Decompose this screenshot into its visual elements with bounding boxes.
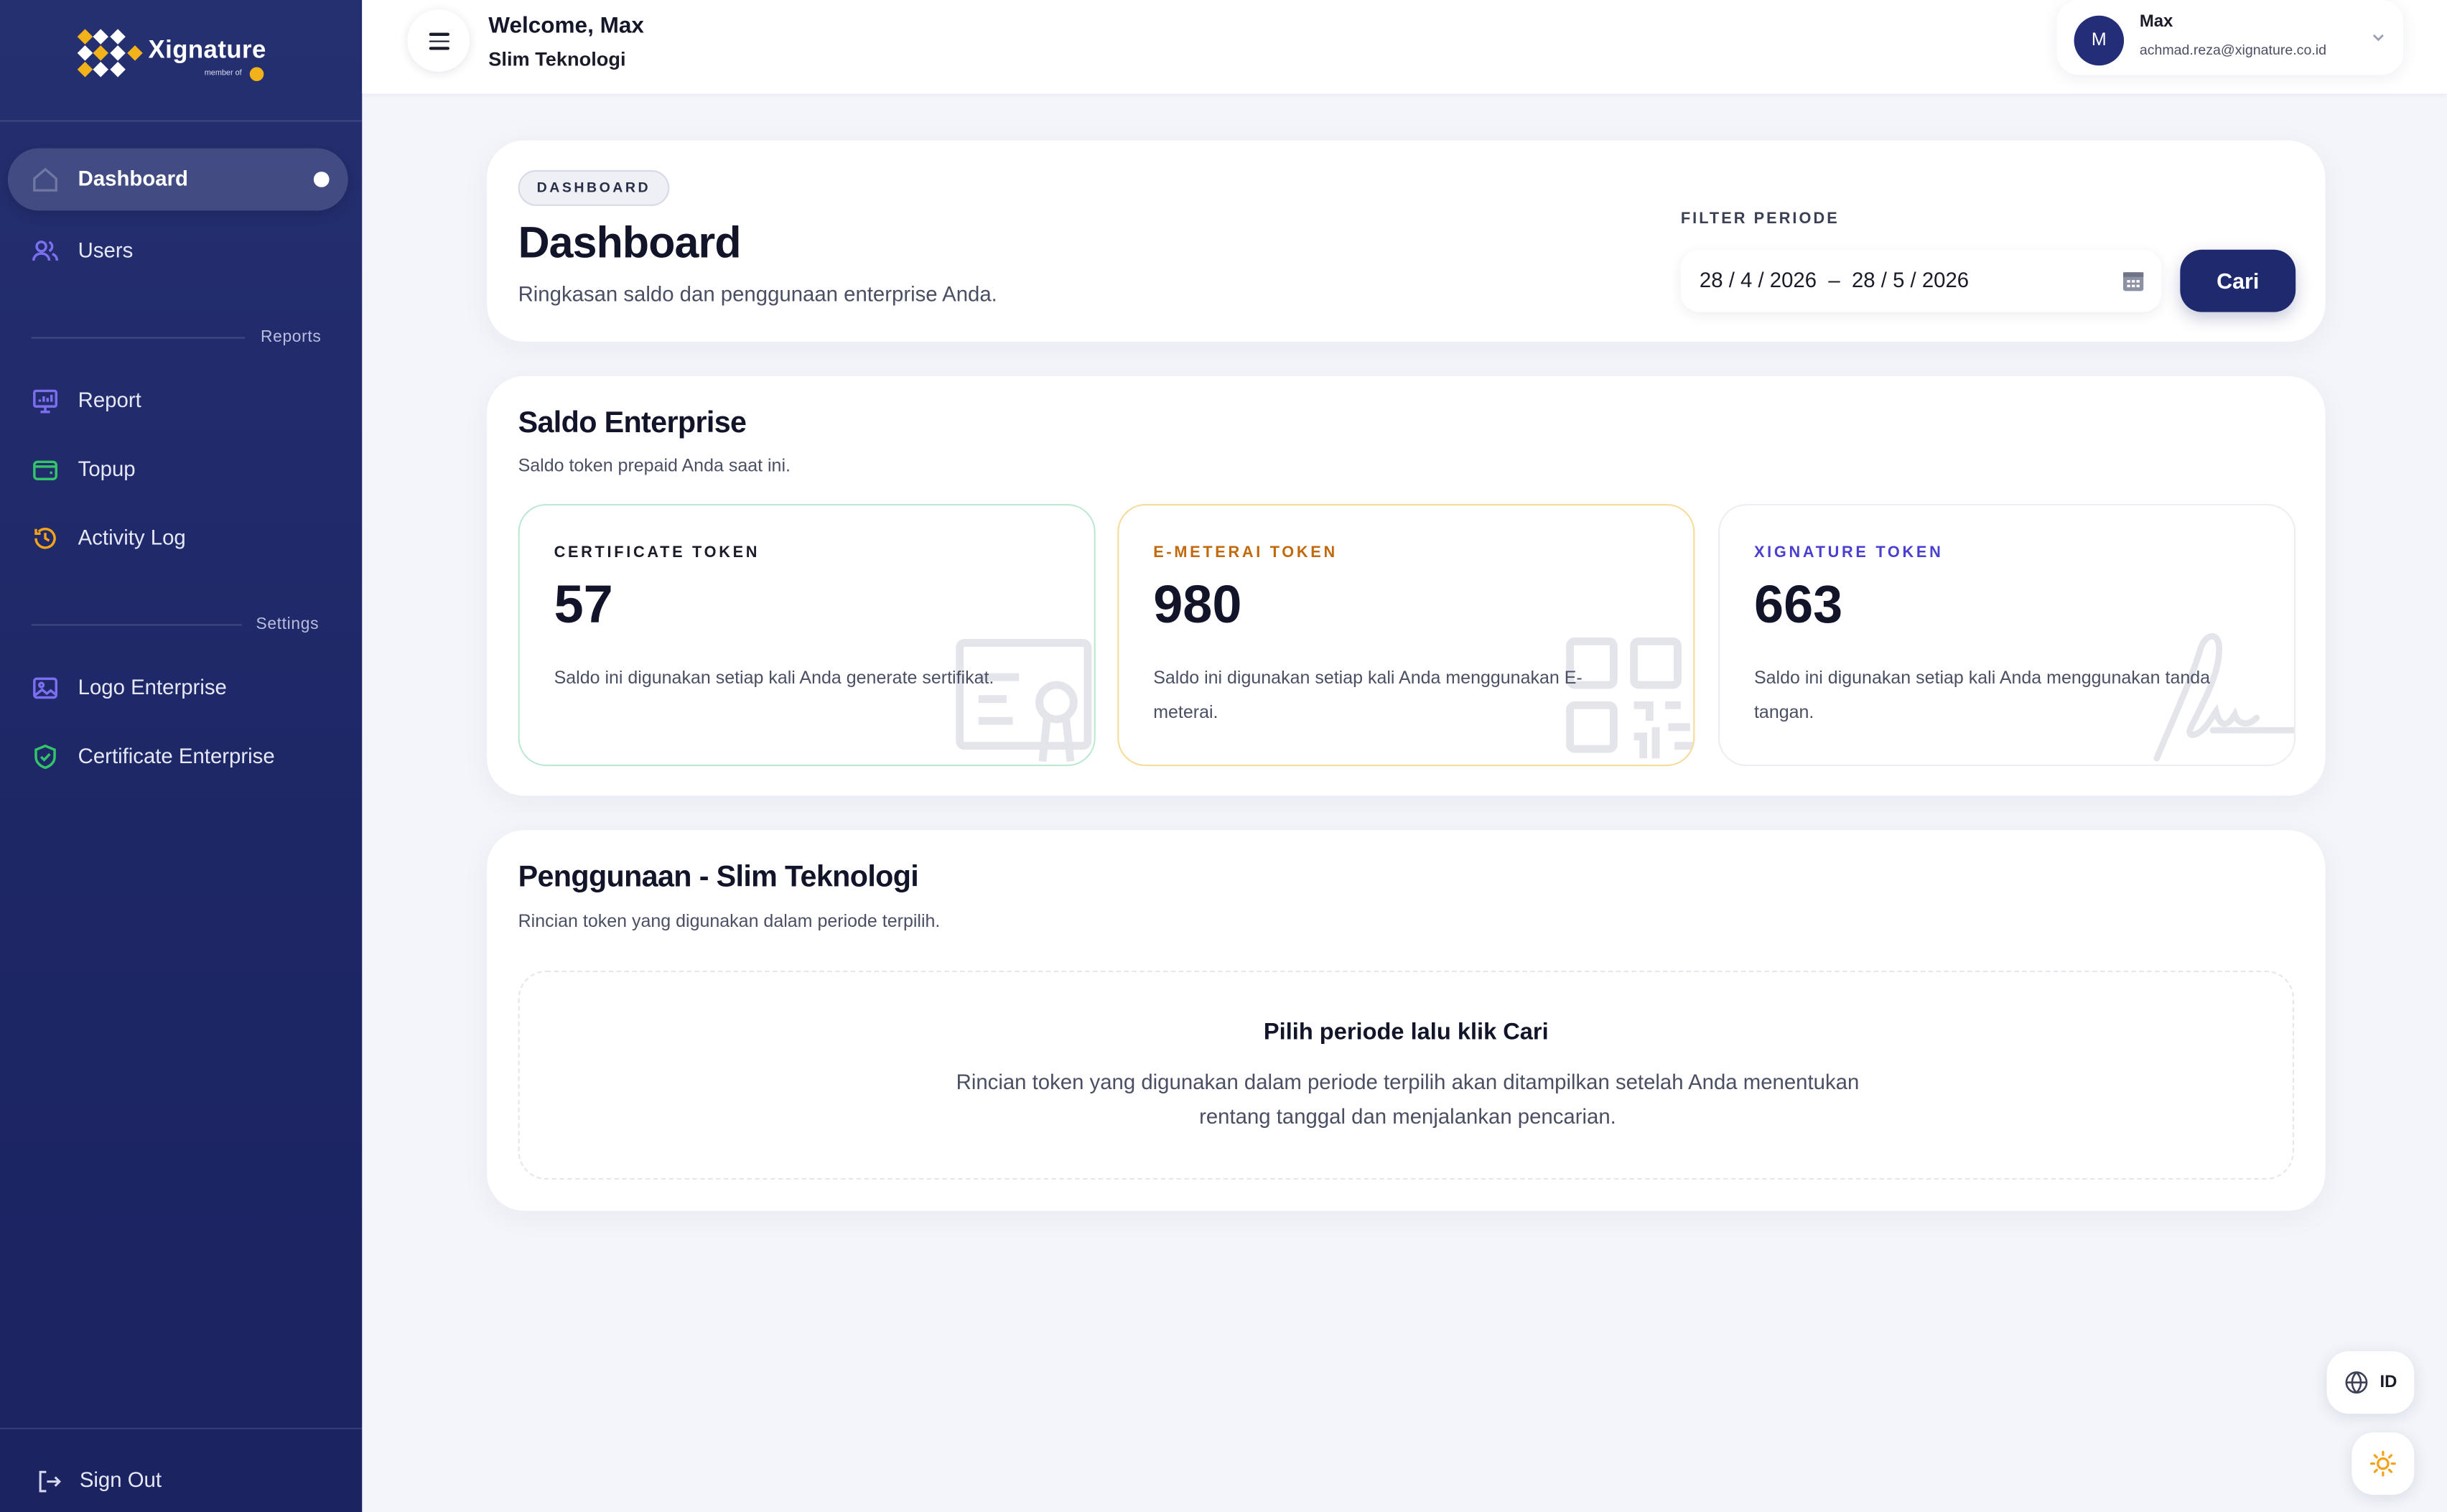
sidebar-item-users[interactable]: Users <box>8 220 348 282</box>
theme-toggle-button[interactable] <box>2352 1432 2415 1495</box>
hamburger-icon <box>429 47 449 50</box>
page-subtitle: Ringkasan saldo dan penggunaan enterpris… <box>518 282 997 306</box>
company-name: Slim Teknologi <box>488 48 626 70</box>
sidebar-item-certificate-enterprise[interactable]: Certificate Enterprise <box>8 726 348 788</box>
empty-state-title: Pilih periode lalu klik Cari <box>1263 1019 1549 1046</box>
sun-icon <box>2369 1450 2396 1477</box>
section-divider <box>31 624 242 626</box>
hamburger-icon <box>429 39 449 42</box>
e-meterai-token-card: E-METERAI TOKEN 980 Saldo ini digunakan … <box>1117 503 1695 767</box>
dashboard-header-card: DASHBOARD Dashboard Ringkasan saldo dan … <box>487 140 2326 342</box>
page-badge: DASHBOARD <box>518 169 670 206</box>
language-code: ID <box>2380 1373 2397 1392</box>
certificate-token-card: CERTIFICATE TOKEN 57 Saldo ini digunakan… <box>518 503 1096 767</box>
date-range-value: 28 / 4 / 2026 – 28 / 5 / 2026 <box>1699 268 1970 292</box>
wallet-icon <box>33 460 57 480</box>
token-description: Saldo ini digunakan setiap kali Anda men… <box>1153 669 1583 723</box>
sidebar-item-label: Dashboard <box>78 167 188 191</box>
shield-check-icon <box>34 744 56 770</box>
topbar: Welcome, Max Slim Teknologi M Max achmad… <box>362 0 2447 94</box>
section-label-reports: Reports <box>260 327 322 347</box>
token-description: Saldo ini digunakan setiap kali Anda men… <box>1753 669 2211 723</box>
brand: Xignature member of <box>0 0 363 122</box>
avatar: M <box>2074 15 2125 66</box>
chevron-down-icon <box>2372 34 2384 42</box>
date-range-input[interactable]: 28 / 4 / 2026 – 28 / 5 / 2026 <box>1680 249 2162 312</box>
sidebar-item-activity-log[interactable]: Activity Log <box>8 507 348 569</box>
sidebar-item-label: Topup <box>78 457 136 481</box>
filter-period-label: FILTER PERIODE <box>1680 210 1840 228</box>
sign-out-icon <box>39 1470 62 1493</box>
token-label: CERTIFICATE TOKEN <box>554 544 760 562</box>
sidebar-item-label: Logo Enterprise <box>78 676 227 699</box>
sign-out-button[interactable]: Sign Out <box>0 1427 363 1512</box>
brand-subtitle: member of <box>204 68 242 78</box>
sidebar-item-label: Activity Log <box>78 526 186 550</box>
image-icon <box>33 677 57 699</box>
page-title: Dashboard <box>518 218 742 267</box>
empty-state: Pilih periode lalu klik Cari Rincian tok… <box>518 970 2295 1180</box>
xignature-logo-icon <box>77 29 143 78</box>
search-button[interactable]: Cari <box>2180 249 2296 312</box>
sidebar: Xignature member of Dashboard Users Repo… <box>0 0 363 1512</box>
active-indicator <box>313 172 330 187</box>
sidebar-item-label: Report <box>78 388 141 412</box>
hamburger-icon <box>429 32 449 36</box>
xignature-token-card: XIGNATURE TOKEN 663 Saldo ini digunakan … <box>1717 503 2296 767</box>
user-email: achmad.reza@xignature.co.id <box>2139 42 2326 58</box>
token-label: XIGNATURE TOKEN <box>1753 544 1944 562</box>
section-title: Penggunaan - Slim Teknologi <box>518 861 919 895</box>
history-icon <box>34 528 56 549</box>
section-subtitle: Rincian token yang digunakan dalam perio… <box>518 913 941 932</box>
token-value: 980 <box>1153 575 1242 635</box>
user-name: Max <box>2139 12 2173 32</box>
users-icon <box>32 241 59 261</box>
section-subtitle: Saldo token prepaid Anda saat ini. <box>518 457 791 476</box>
section-divider <box>31 337 246 339</box>
token-description: Saldo ini digunakan setiap kali Anda gen… <box>554 669 994 689</box>
usage-card: Penggunaan - Slim Teknologi Rincian toke… <box>487 830 2326 1211</box>
certificate-watermark-icon <box>956 638 1092 762</box>
saldo-enterprise-card: Saldo Enterprise Saldo token prepaid And… <box>487 375 2326 796</box>
token-value: 57 <box>554 575 613 635</box>
sidebar-item-dashboard[interactable]: Dashboard <box>7 148 348 211</box>
sidebar-item-label: Users <box>78 238 134 263</box>
user-menu[interactable]: M Max achmad.reza@xignature.co.id <box>2056 0 2404 75</box>
sidebar-item-logo-enterprise[interactable]: Logo Enterprise <box>8 657 348 719</box>
calendar-icon[interactable] <box>2121 269 2146 294</box>
section-label-settings: Settings <box>256 615 320 634</box>
token-label: E-METERAI TOKEN <box>1153 544 1338 562</box>
sidebar-item-label: Certificate Enterprise <box>78 744 275 768</box>
sign-out-label: Sign Out <box>79 1468 162 1492</box>
empty-state-description: Rincian token yang digunakan dalam perio… <box>956 1070 1860 1129</box>
welcome-text: Welcome, Max <box>488 14 644 39</box>
sidebar-item-report[interactable]: Report <box>8 370 348 432</box>
sidebar-item-topup[interactable]: Topup <box>8 439 348 501</box>
presentation-chart-icon <box>33 389 57 414</box>
brand-name: Xignature <box>148 37 266 65</box>
globe-icon <box>2345 1371 2368 1394</box>
section-title: Saldo Enterprise <box>518 407 747 440</box>
token-value: 663 <box>1753 575 1843 635</box>
brand-parent-logo <box>249 67 264 82</box>
home-icon <box>33 167 57 192</box>
menu-toggle-button[interactable] <box>407 9 470 72</box>
language-switch-button[interactable]: ID <box>2326 1351 2415 1414</box>
